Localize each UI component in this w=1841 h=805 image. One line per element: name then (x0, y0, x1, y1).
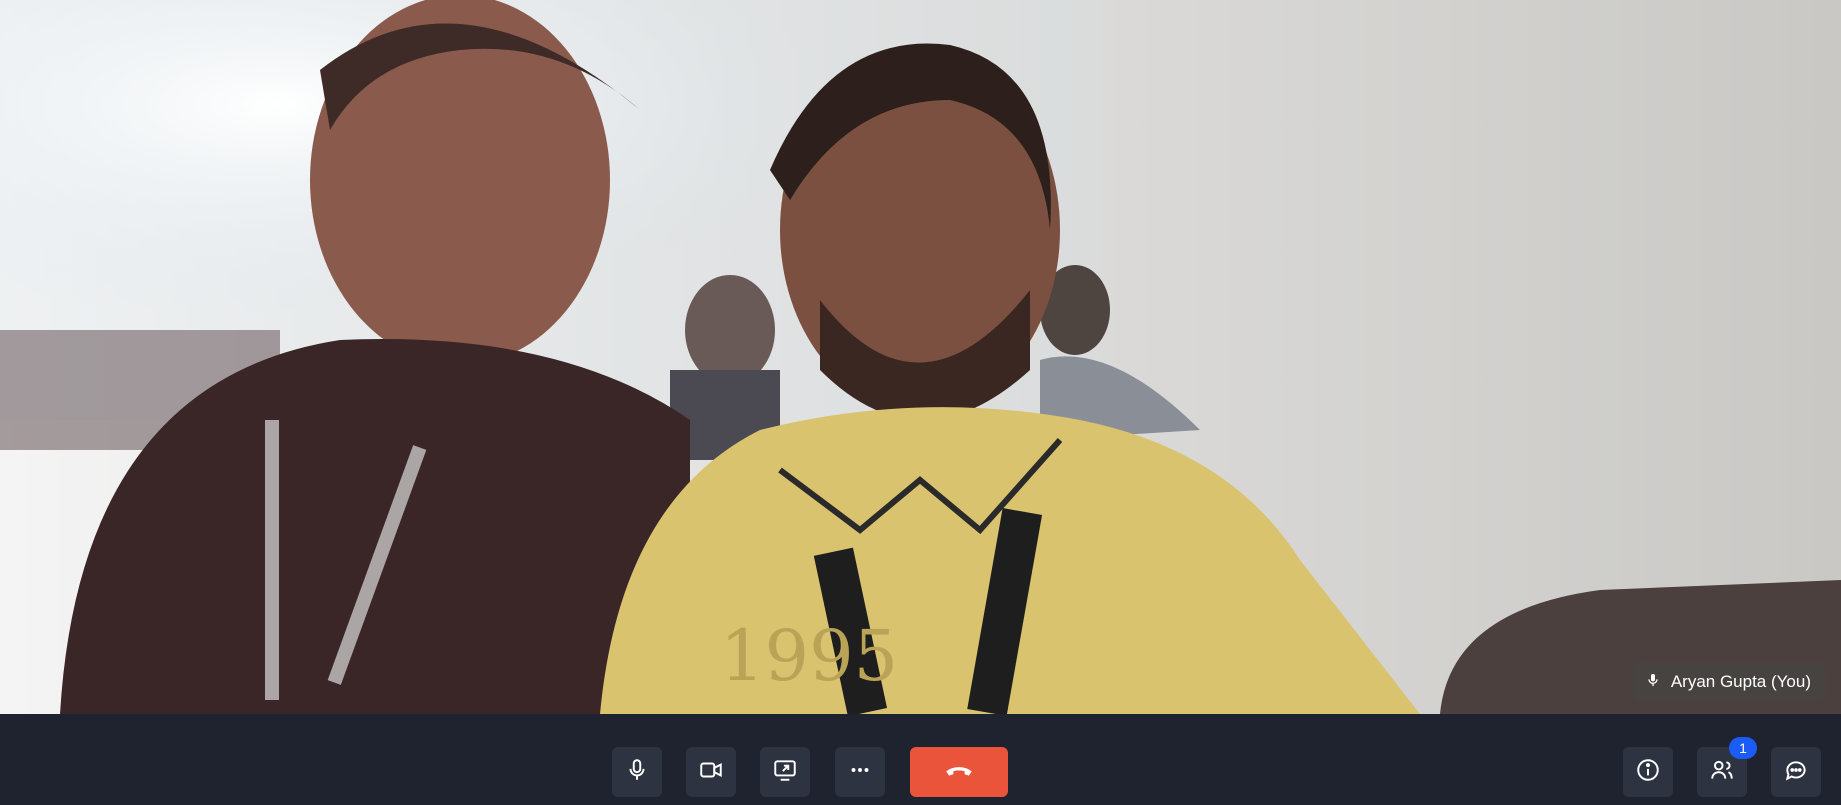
camera-icon (698, 757, 724, 788)
participant-name-tag: Aryan Gupta (You) (1632, 662, 1825, 702)
participants-button[interactable]: 1 (1697, 737, 1757, 797)
end-call-button[interactable] (910, 747, 1008, 797)
phone-hangup-icon (942, 753, 976, 792)
share-screen-icon (772, 757, 798, 788)
svg-text:1995: 1995 (720, 615, 898, 697)
mic-icon (624, 757, 650, 788)
chat-button[interactable] (1771, 747, 1821, 797)
chat-icon (1783, 757, 1809, 788)
video-image: 1995 (0, 0, 1841, 714)
participant-name: Aryan Gupta (You) (1670, 672, 1811, 691)
more-options-button[interactable] (835, 747, 885, 797)
call-toolbar: 1 (0, 714, 1841, 805)
camera-button[interactable] (686, 747, 736, 797)
mic-icon (1645, 672, 1661, 693)
participants-count-badge: 1 (1729, 737, 1757, 759)
video-feed: 1995 Aryan Gupta (You) (0, 0, 1841, 714)
share-screen-button[interactable] (760, 747, 810, 797)
more-icon (847, 757, 873, 788)
info-icon (1635, 757, 1661, 788)
info-button[interactable] (1623, 747, 1673, 797)
people-icon (1709, 757, 1735, 788)
mic-button[interactable] (612, 747, 662, 797)
